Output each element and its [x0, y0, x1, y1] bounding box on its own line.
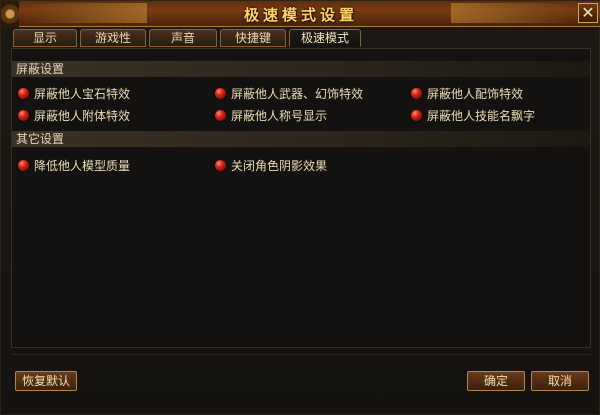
tab-gameplay[interactable]: 游戏性 [80, 29, 146, 47]
tab-sound[interactable]: 声音 [149, 29, 217, 47]
option-label: 屏蔽他人技能名飘字 [427, 108, 536, 123]
option-label: 关闭角色阴影效果 [231, 158, 328, 173]
window-title: 极速模式设置 [243, 6, 358, 24]
option-label: 屏蔽他人武器、幻饰特效 [231, 86, 364, 101]
option-label: 屏蔽他人宝石特效 [34, 86, 131, 101]
radio-icon [18, 109, 29, 121]
option-label: 屏蔽他人称号显示 [231, 108, 328, 123]
option-lower-model-quality[interactable]: 降低他人模型质量 [18, 156, 130, 174]
option-block-gem-effects[interactable]: 屏蔽他人宝石特效 [18, 84, 130, 102]
close-icon: ✕ [581, 3, 595, 22]
tab-hotkeys[interactable]: 快捷键 [220, 29, 286, 47]
option-block-title-display[interactable]: 屏蔽他人称号显示 [215, 106, 327, 124]
option-disable-shadows[interactable]: 关闭角色阴影效果 [215, 156, 327, 174]
radio-icon [215, 159, 226, 171]
settings-panel: 屏蔽设置 屏蔽他人宝石特效 屏蔽他人武器、幻饰特效 屏蔽他人配饰特效 屏蔽他人附… [11, 48, 591, 348]
option-label: 屏蔽他人配饰特效 [427, 86, 524, 101]
tab-speed-mode[interactable]: 极速模式 [289, 29, 361, 47]
footer-divider [11, 354, 591, 355]
cancel-button[interactable]: 取消 [531, 371, 589, 391]
section-header-block: 屏蔽设置 [12, 61, 590, 77]
restore-default-button[interactable]: 恢复默认 [15, 371, 77, 391]
option-label: 屏蔽他人附体特效 [34, 108, 131, 123]
confirm-button[interactable]: 确定 [467, 371, 525, 391]
option-label: 降低他人模型质量 [34, 158, 131, 173]
option-block-possession-effects[interactable]: 屏蔽他人附体特效 [18, 106, 130, 124]
radio-icon [18, 87, 29, 99]
radio-icon [411, 109, 422, 121]
radio-icon [215, 87, 226, 99]
close-button[interactable]: ✕ [578, 3, 598, 23]
option-block-weapon-effects[interactable]: 屏蔽他人武器、幻饰特效 [215, 84, 363, 102]
radio-icon [411, 87, 422, 99]
settings-window: 极速模式设置 ✕ 显示 游戏性 声音 快捷键 极速模式 屏蔽设置 屏蔽他人宝石特… [0, 0, 600, 415]
tab-bar: 显示 游戏性 声音 快捷键 极速模式 [13, 29, 361, 49]
radio-icon [18, 159, 29, 171]
section-header-other: 其它设置 [12, 131, 590, 147]
option-block-accessory-effects[interactable]: 屏蔽他人配饰特效 [411, 84, 523, 102]
tab-display[interactable]: 显示 [13, 29, 77, 47]
radio-icon [215, 109, 226, 121]
title-bar[interactable]: 极速模式设置 ✕ [1, 1, 600, 27]
option-block-skill-names[interactable]: 屏蔽他人技能名飘字 [411, 106, 535, 124]
